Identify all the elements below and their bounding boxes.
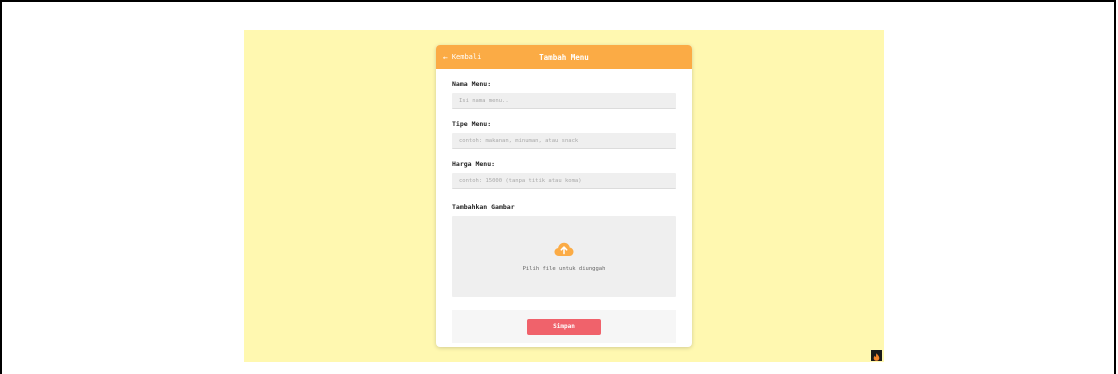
add-menu-card: ← Kembali Tambah Menu Nama Menu: Tipe Me…	[436, 45, 692, 347]
form-actions: Simpan	[452, 310, 676, 343]
menu-type-input[interactable]	[452, 133, 676, 149]
page-canvas: ← Kembali Tambah Menu Nama Menu: Tipe Me…	[244, 30, 884, 362]
back-label: Kembali	[451, 53, 482, 61]
image-upload-dropzone[interactable]: Pilih file untuk diunggah	[452, 216, 676, 297]
flame-icon	[873, 346, 880, 365]
type-field-group: Tipe Menu:	[452, 120, 676, 149]
price-field-group: Harga Menu:	[452, 160, 676, 189]
menu-price-input[interactable]	[452, 173, 676, 189]
upload-label: Tambahkan Gambar	[452, 203, 515, 211]
save-button[interactable]: Simpan	[527, 318, 601, 335]
name-label: Nama Menu:	[452, 80, 492, 88]
price-label: Harga Menu:	[452, 160, 496, 168]
upload-text: Pilih file untuk diunggah	[522, 265, 606, 272]
type-label: Tipe Menu:	[452, 120, 492, 128]
menu-form: Nama Menu: Tipe Menu: Harga Menu: Tambah…	[436, 69, 692, 343]
back-button[interactable]: ← Kembali	[443, 45, 481, 69]
card-header: ← Kembali Tambah Menu	[436, 45, 692, 69]
arrow-left-icon: ←	[443, 52, 448, 62]
corner-badge[interactable]	[871, 350, 882, 361]
name-field-group: Nama Menu:	[452, 80, 676, 109]
menu-name-input[interactable]	[452, 93, 676, 109]
cloud-upload-icon	[554, 242, 574, 261]
